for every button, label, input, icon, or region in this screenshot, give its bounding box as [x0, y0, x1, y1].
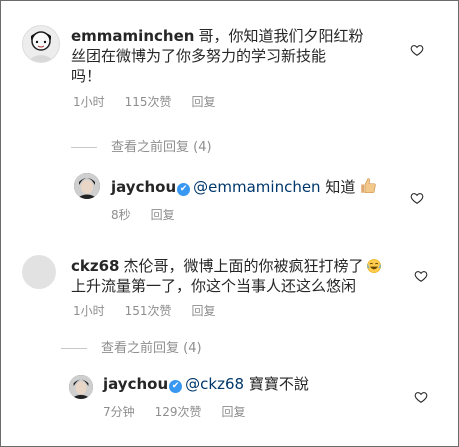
view-replies-button[interactable]: 查看之前回复 (4)	[61, 337, 202, 356]
comment-meta: 1小时 151次赞 回复	[73, 302, 236, 319]
reply-button[interactable]: 回复	[192, 304, 216, 318]
comment-text: 知道	[325, 178, 356, 196]
heart-icon[interactable]	[410, 191, 424, 205]
mention-link[interactable]: @emmaminchen	[193, 178, 320, 196]
comment-body: emmaminchen 哥，你知道我们夕阳红粉 丝团在微博为了你多努力的学习新技能…	[71, 26, 391, 86]
comment-text-line1: 哥，你知道我们夕阳红粉	[198, 27, 364, 45]
comment-thread: emmaminchen 哥，你知道我们夕阳红粉 丝团在微博为了你多努力的学习新技能…	[0, 0, 459, 447]
avatar[interactable]	[69, 375, 93, 399]
comment-time: 8秒	[111, 208, 131, 222]
reply-button[interactable]: 回复	[192, 95, 216, 109]
verified-badge-icon: ✔	[169, 380, 183, 393]
comment-username[interactable]: jaychou	[111, 178, 176, 196]
avatar[interactable]	[22, 25, 60, 63]
comment-time: 7分钟	[103, 405, 135, 419]
reply-button[interactable]: 回复	[151, 208, 175, 222]
comment-body: ckz68 杰伦哥，微博上面的你被疯狂打榜了 上升流量第一了，你这个当事人还这么悠…	[71, 256, 411, 296]
comment-text-line2: 上升流量第一了，你这个当事人还这么悠闲	[71, 277, 357, 295]
view-replies-button[interactable]: 查看之前回复 (4)	[71, 136, 212, 155]
heart-icon[interactable]	[414, 390, 428, 404]
comment-time: 1小时	[73, 95, 105, 109]
reply-button[interactable]: 回复	[222, 405, 246, 419]
comment-text-line2: 丝团在微博为了你多努力的学习新技能	[71, 47, 327, 65]
view-replies-label: 查看之前回复 (4)	[101, 341, 202, 356]
thumbs-up-icon	[361, 178, 377, 194]
view-replies-label: 查看之前回复 (4)	[111, 140, 212, 155]
comment-meta: 8秒 回复	[111, 206, 195, 223]
comment-username[interactable]: ckz68	[71, 257, 119, 275]
comment-text-line1: 杰伦哥，微博上面的你被疯狂打榜了	[123, 257, 364, 275]
comment-text: 寶寶不說	[248, 375, 309, 393]
comment-username[interactable]: emmaminchen	[71, 27, 194, 45]
comment-meta: 1小时 115次赞 回复	[73, 93, 236, 110]
comment-likes[interactable]: 115次赞	[125, 95, 172, 109]
avatar[interactable]	[22, 255, 56, 289]
divider-line	[71, 147, 97, 148]
comment-meta: 7分钟 129次赞 回复	[103, 403, 266, 420]
heart-icon[interactable]	[414, 269, 428, 283]
comment-time: 1小时	[73, 304, 105, 318]
verified-badge-icon: ✔	[177, 183, 191, 196]
heart-icon[interactable]	[410, 43, 424, 57]
comment-body: jaychou ✔ @ckz68 寶寶不說	[103, 374, 403, 394]
comment-username[interactable]: jaychou	[103, 375, 168, 393]
avatar[interactable]	[74, 173, 100, 199]
comment-likes[interactable]: 151次赞	[125, 304, 172, 318]
laughing-face-icon	[366, 259, 381, 273]
comment-likes[interactable]: 129次赞	[155, 405, 202, 419]
comment-body: jaychou ✔ @emmaminchen 知道	[111, 177, 411, 197]
divider-line	[61, 348, 87, 349]
mention-link[interactable]: @ckz68	[185, 375, 244, 393]
comment-text-line3: 吗！	[71, 67, 102, 85]
